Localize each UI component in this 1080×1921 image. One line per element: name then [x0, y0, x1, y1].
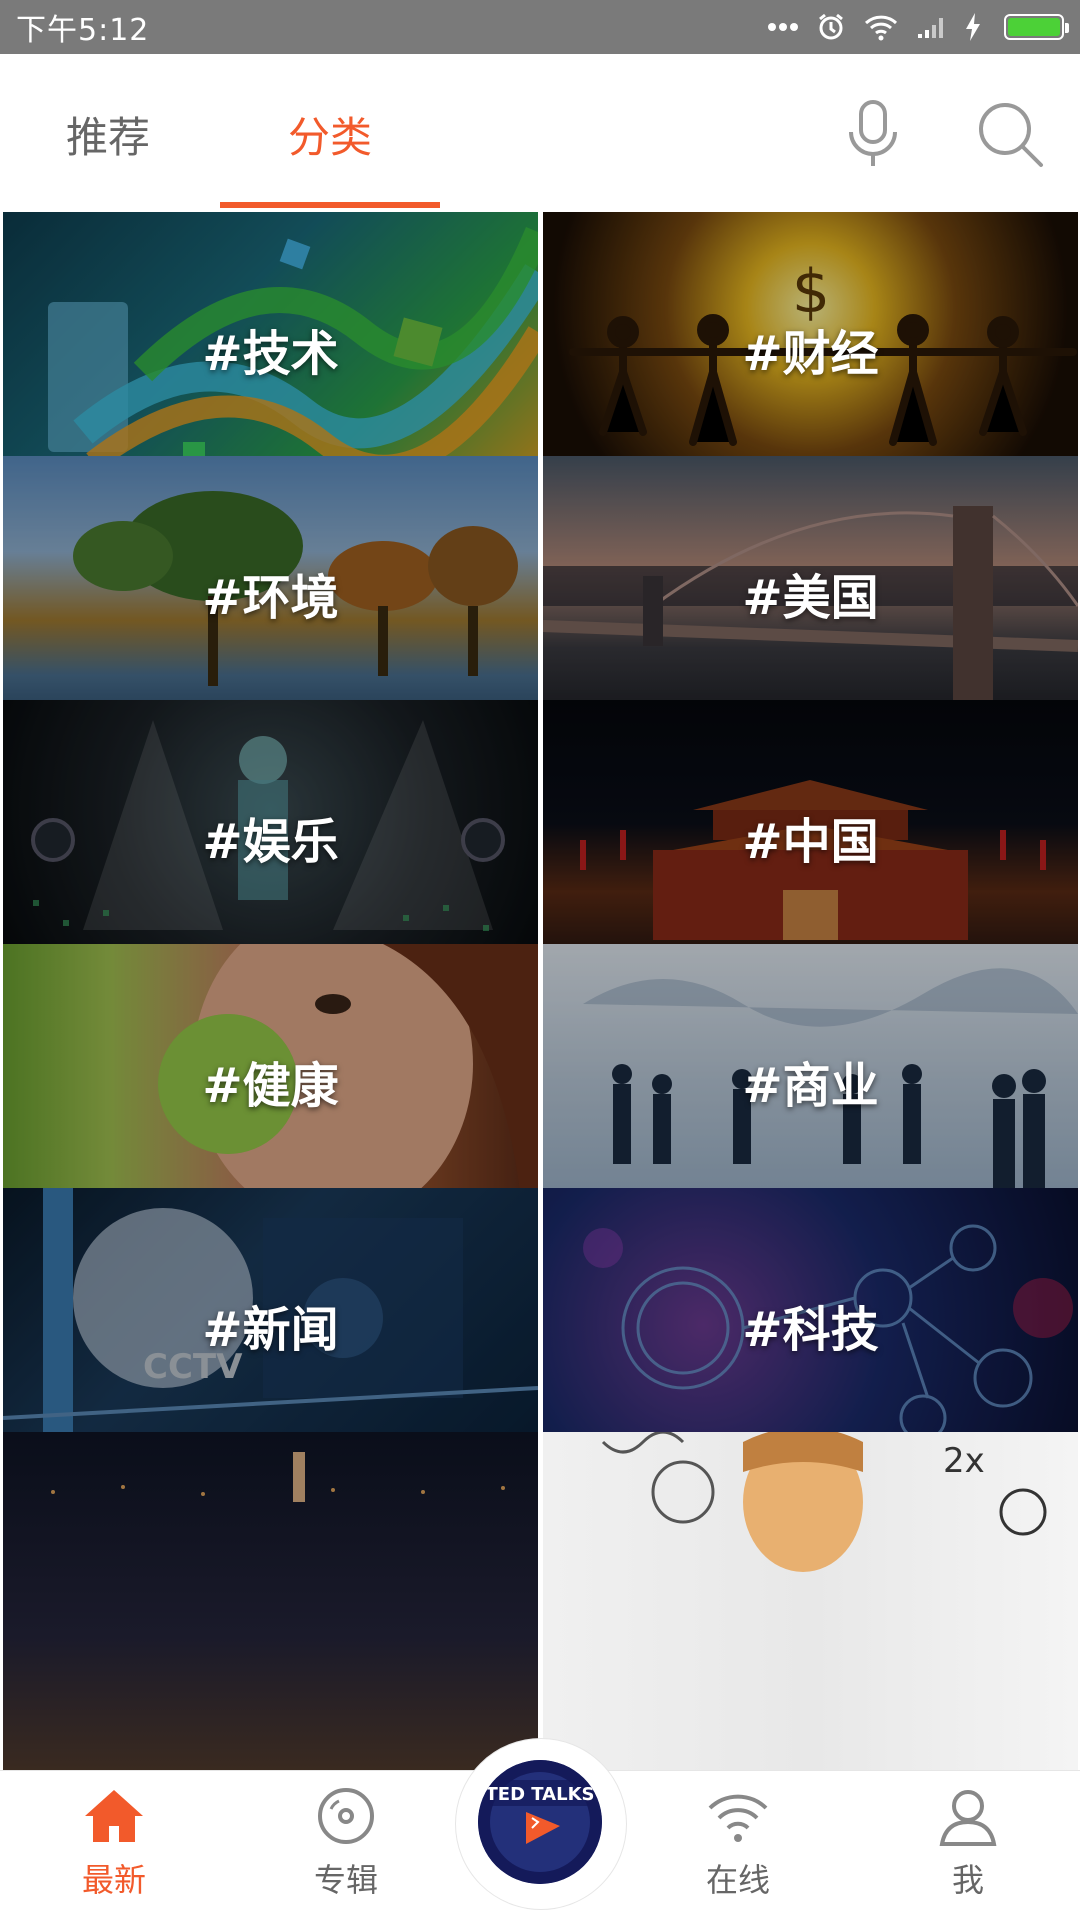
- alarm-icon: [816, 12, 846, 42]
- battery-icon: [1004, 14, 1069, 40]
- category-card-entertainment[interactable]: #娱乐: [3, 700, 538, 974]
- category-label: #美国: [742, 570, 879, 626]
- user-icon: [933, 1781, 1003, 1851]
- disc-icon: [311, 1781, 381, 1851]
- nav-item-online[interactable]: 在线: [668, 1781, 808, 1911]
- wifi-icon: [864, 13, 898, 41]
- ted-play-icon: TED TALKS: [478, 1760, 602, 1884]
- status-time: 下午5:12: [16, 13, 150, 48]
- category-card-city[interactable]: [3, 1432, 538, 1772]
- status-icons: [768, 12, 1069, 42]
- category-label: #新闻: [202, 1302, 339, 1358]
- category-card-science-tech[interactable]: #科技: [543, 1188, 1078, 1462]
- category-label: #环境: [202, 570, 339, 626]
- broadcast-icon: [703, 1781, 773, 1851]
- category-label: #商业: [742, 1058, 879, 1114]
- nav-item-latest[interactable]: 最新: [44, 1781, 184, 1911]
- category-card-business[interactable]: #商业: [543, 944, 1078, 1218]
- center-brand-text: TED TALKS: [486, 1784, 595, 1805]
- category-label: #中国: [742, 814, 879, 870]
- category-card-health[interactable]: #健康: [3, 944, 538, 1218]
- status-bar: 下午5:12: [0, 0, 1080, 54]
- category-card-tech[interactable]: #技术: [3, 212, 538, 486]
- more-dots-icon: [768, 22, 798, 32]
- nav-item-me[interactable]: 我: [898, 1781, 1038, 1911]
- tab-recommend[interactable]: 推荐: [66, 104, 150, 165]
- home-icon: [79, 1781, 149, 1851]
- category-card-china[interactable]: #中国: [543, 700, 1078, 974]
- top-bar: 推荐 分类: [0, 54, 1080, 210]
- category-label: #健康: [202, 1058, 339, 1114]
- category-card-usa[interactable]: #美国: [543, 456, 1078, 730]
- nav-label: 我: [951, 1861, 984, 1899]
- category-label: #财经: [742, 326, 879, 382]
- search-icon[interactable]: [970, 94, 1050, 174]
- category-label: [543, 1432, 1078, 1772]
- category-label: #科技: [742, 1302, 879, 1358]
- microphone-icon[interactable]: [833, 94, 913, 174]
- category-card-finance[interactable]: $ #财经: [543, 212, 1078, 486]
- category-card-education[interactable]: 2x: [543, 1432, 1078, 1772]
- nav-label: 在线: [705, 1861, 770, 1899]
- nav-item-album[interactable]: 专辑: [276, 1781, 416, 1911]
- category-card-environment[interactable]: #环境: [3, 456, 538, 730]
- signal-icon: [916, 14, 946, 40]
- category-card-news[interactable]: CCTV #新闻: [3, 1188, 538, 1462]
- nav-label: 最新: [81, 1861, 146, 1899]
- tab-category[interactable]: 分类: [288, 104, 372, 165]
- nav-label: 专辑: [313, 1861, 378, 1899]
- battery-fill: [1008, 18, 1060, 36]
- tab-active-indicator: [220, 202, 440, 208]
- category-label: [3, 1432, 538, 1772]
- charging-icon: [964, 13, 982, 41]
- category-label: #娱乐: [202, 814, 339, 870]
- center-play-button[interactable]: TED TALKS: [478, 1760, 602, 1884]
- category-label: #技术: [202, 326, 339, 382]
